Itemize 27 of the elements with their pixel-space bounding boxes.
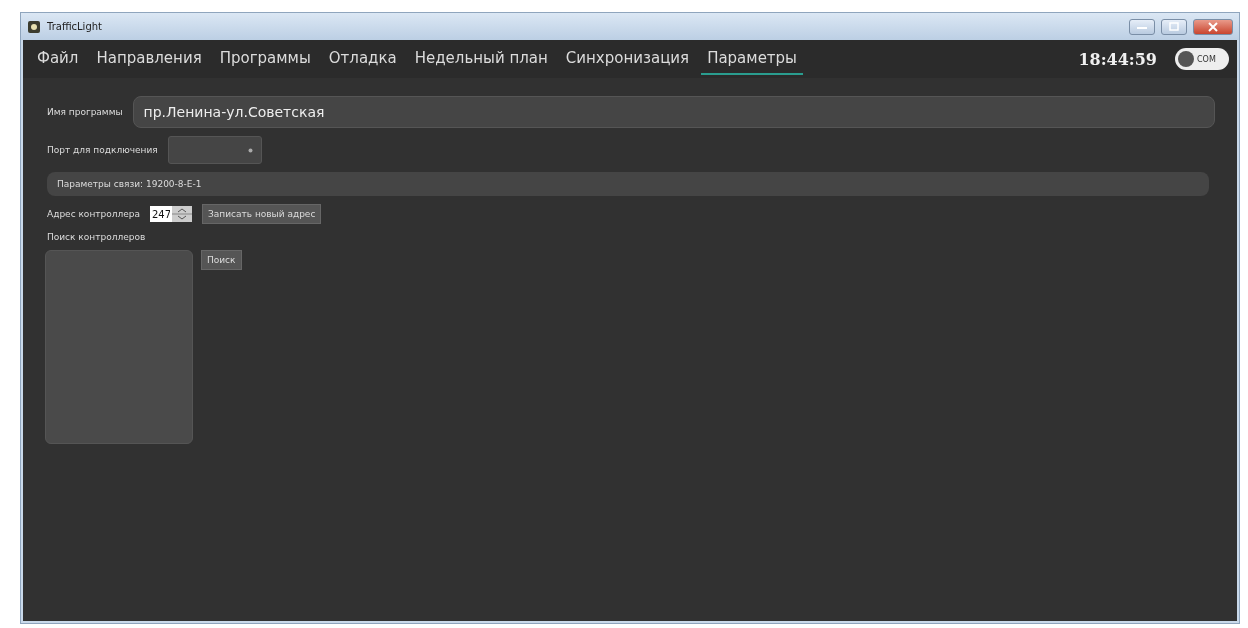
minimize-button[interactable]: [1129, 18, 1155, 35]
menu-tab[interactable]: Программы: [213, 43, 317, 75]
search-button[interactable]: Поиск: [201, 250, 242, 270]
section-label: Поиск контроллеров: [47, 232, 147, 242]
field-label: Адрес контроллера: [47, 209, 140, 219]
clock: 18:44:59: [1078, 49, 1157, 69]
menu-tab[interactable]: Синхронизация: [559, 43, 696, 75]
field-label: Имя программы: [47, 107, 123, 117]
com-toggle[interactable]: COM: [1175, 48, 1229, 70]
menu-tab[interactable]: Файл: [31, 43, 85, 75]
dot-icon: [247, 147, 253, 153]
maximize-icon: [1169, 22, 1179, 31]
address-field[interactable]: 247: [150, 206, 172, 222]
menu-tab[interactable]: Направления: [90, 43, 208, 75]
menu-tab[interactable]: Недельный план: [408, 43, 554, 75]
app-icon: [27, 19, 41, 34]
program-name-field[interactable]: пр.Ленина-ул.Советская: [132, 96, 1215, 128]
close-button[interactable]: [1193, 18, 1233, 35]
menu-tab[interactable]: Отладка: [322, 43, 403, 75]
close-icon: [1208, 21, 1218, 32]
write-address-button[interactable]: Записать новый адрес: [202, 204, 322, 224]
field-label: Порт для подключения: [47, 145, 158, 155]
window-title: TrafficLight: [47, 21, 103, 32]
connection-params: Параметры связи: 19200-8-E-1: [47, 172, 1209, 196]
stepper-icon[interactable]: [172, 206, 192, 222]
menu-tab[interactable]: Параметры: [701, 43, 803, 75]
maximize-button[interactable]: [1161, 18, 1187, 35]
